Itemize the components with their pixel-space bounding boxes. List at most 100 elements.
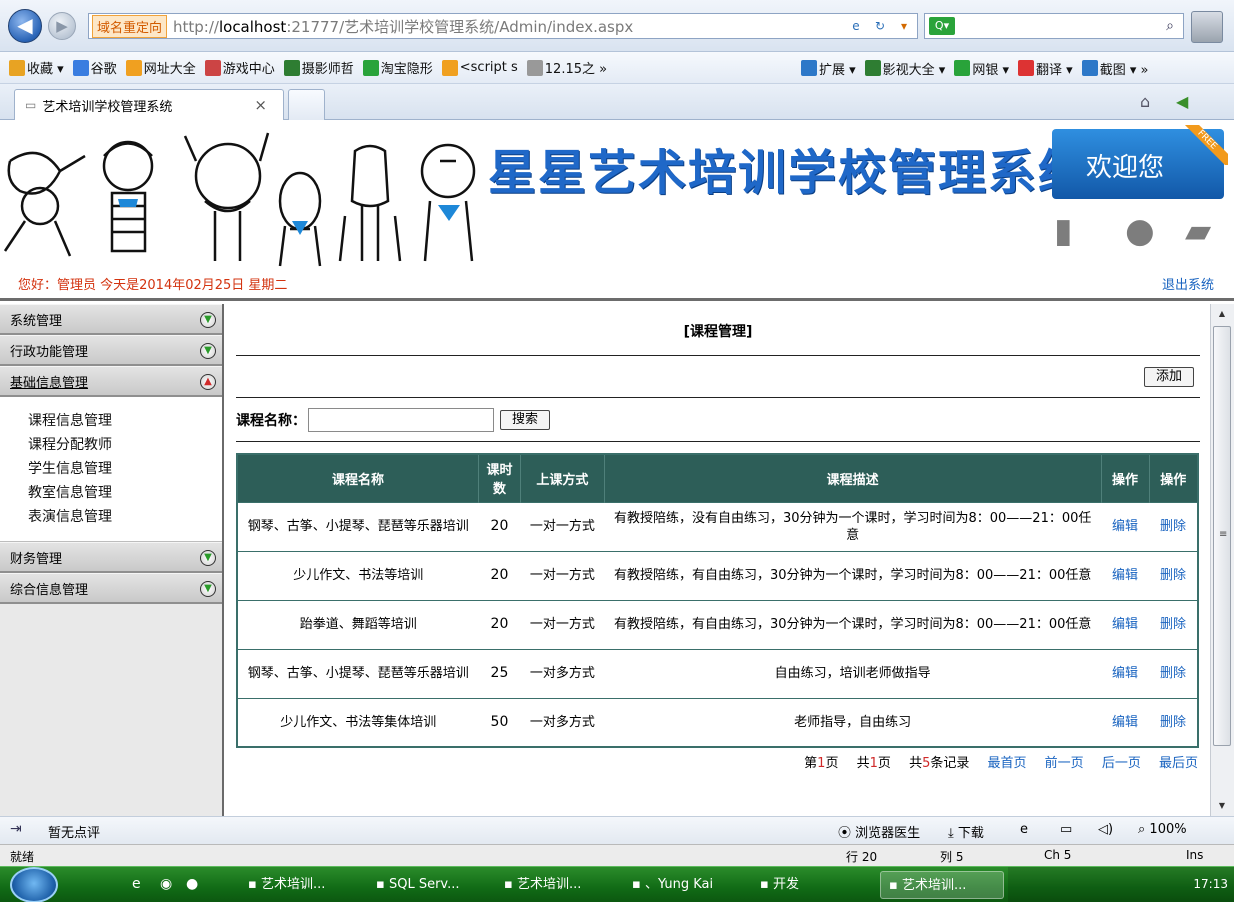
back-button[interactable]: ◀ (8, 9, 42, 43)
favorite-label: 谷歌 (90, 62, 117, 77)
review-status[interactable]: 暂无点评 (48, 822, 100, 841)
browser-quicklaunch-icon[interactable]: ◉ (160, 876, 172, 892)
logout-link[interactable]: 退出系统 (1162, 274, 1214, 293)
ie-icon[interactable]: e (1020, 822, 1028, 837)
menu-section[interactable]: 基础信息管理 ▲ (0, 366, 222, 397)
fav-6[interactable]: <script s (441, 58, 518, 77)
delete-link[interactable]: 删除 (1160, 617, 1186, 632)
fav-4[interactable]: 摄影师哲 (283, 58, 354, 77)
search-button[interactable]: 搜索 (500, 409, 550, 430)
taskbar-item[interactable]: ▪ 开发 (752, 871, 862, 899)
fav-7[interactable]: 12.15之 » (526, 58, 607, 77)
expand-icon[interactable]: ▼ (200, 312, 216, 328)
favr-4[interactable]: 截图 ▾ » (1081, 59, 1148, 78)
taskbar-item[interactable]: ▪ 艺术培训... (880, 871, 1004, 899)
start-button[interactable] (10, 867, 58, 902)
translate-icon (1018, 60, 1035, 76)
site-title: 星星艺术培训学校管理系统 (488, 145, 1089, 201)
sound-icon[interactable]: ◁) (1098, 822, 1113, 837)
url-box[interactable]: 域名重定向 http://localhost:21777/艺术培训学校管理系统/… (88, 13, 918, 39)
menu-section[interactable]: 系统管理 ▼ (0, 304, 222, 335)
search-row: 课程名称： 搜索 (236, 398, 1200, 442)
delete-link[interactable]: 删除 (1160, 666, 1186, 681)
taskbar-item[interactable]: ▪ 艺术培训... (240, 871, 360, 899)
column-header: 课时数 (478, 454, 521, 502)
site-icon (441, 59, 458, 76)
action-cell: 删除 (1149, 648, 1198, 698)
scroll-up-arrow[interactable]: ▲ (1211, 304, 1233, 324)
expand-icon[interactable]: ▼ (200, 343, 216, 359)
edit-link[interactable]: 编辑 (1112, 617, 1138, 632)
edit-link[interactable]: 编辑 (1112, 519, 1138, 534)
favr-3[interactable]: 翻译 ▾ (1018, 59, 1073, 78)
edit-link[interactable]: 编辑 (1112, 666, 1138, 681)
ie-compat-icon[interactable]: e (847, 17, 865, 35)
taskbar-item[interactable]: ▪ 艺术培训... (496, 871, 616, 899)
sidebar-toggle-icon[interactable]: ⇥ (10, 821, 22, 837)
fav-1[interactable]: 谷歌 (72, 58, 117, 77)
delete-link[interactable]: 删除 (1160, 715, 1186, 730)
favr-0[interactable]: 扩展 ▾ (801, 59, 856, 78)
submenu-item[interactable]: 课程信息管理 (28, 409, 222, 433)
prev-page-link[interactable]: 前一页 (1045, 756, 1084, 771)
course-name-input[interactable] (308, 407, 494, 432)
fav-2[interactable]: 网址大全 (125, 58, 196, 77)
first-page-link[interactable]: 最首页 (988, 756, 1027, 771)
refresh-icon[interactable]: ↻ (871, 17, 889, 35)
last-page-link[interactable]: 最后页 (1159, 756, 1198, 771)
app-icon: ▪ (376, 877, 389, 892)
zoom-control[interactable]: ⌕ 100% (1138, 822, 1187, 837)
url-text[interactable]: http://localhost:21777/艺术培训学校管理系统/Admin/… (173, 16, 633, 37)
submenu-item[interactable]: 教室信息管理 (28, 481, 222, 505)
search-icon[interactable]: ⌕ (1159, 16, 1181, 36)
submenu-item[interactable]: 表演信息管理 (28, 505, 222, 529)
home-icon[interactable]: ⌂ (1140, 92, 1150, 111)
new-tab-button[interactable] (288, 89, 325, 120)
favr-1[interactable]: 影视大全 ▾ (864, 59, 945, 78)
close-tab-icon[interactable]: × (254, 96, 267, 114)
clock[interactable]: 17:13 (1193, 877, 1228, 891)
favorite-label: 网址大全 (143, 62, 196, 77)
next-page-link[interactable]: 后一页 (1102, 756, 1141, 771)
user-avatar-icon[interactable] (1191, 11, 1223, 43)
fav-5[interactable]: 淘宝隐形 (362, 58, 433, 77)
expand-icon[interactable]: ▼ (200, 550, 216, 566)
menu-section[interactable]: 财务管理 ▼ (0, 542, 222, 573)
favr-2[interactable]: 网银 ▾ (954, 59, 1009, 78)
vertical-scrollbar[interactable]: ▲ ≡ ▼ (1210, 304, 1234, 816)
edit-link[interactable]: 编辑 (1112, 715, 1138, 730)
scroll-thumb[interactable]: ≡ (1213, 326, 1231, 746)
media-quicklaunch-icon[interactable]: ● (186, 876, 198, 892)
edit-link[interactable]: 编辑 (1112, 568, 1138, 583)
window-icon[interactable]: ▭ (1060, 822, 1072, 837)
scroll-down-arrow[interactable]: ▼ (1211, 796, 1233, 816)
forward-button[interactable]: ▶ (48, 12, 76, 40)
fav-3[interactable]: 游戏中心 (204, 58, 275, 77)
windows-taskbar: e ◉ ● ▪ 艺术培训... ▪ SQL Serv... ▪ 艺术培训... ▪ 、… (0, 866, 1234, 902)
sidebar-menu: 系统管理 ▼ 行政功能管理 ▼ 基础信息管理 ▲ 课程信息管理 课程分配教师 学生信息管理 教室… (0, 304, 224, 816)
tab-active[interactable]: ▭ 艺术培训学校管理系统 × (14, 89, 284, 120)
dropdown-icon[interactable]: ▾ (895, 17, 913, 35)
delete-link[interactable]: 删除 (1160, 568, 1186, 583)
menu-section[interactable]: 行政功能管理 ▼ (0, 335, 222, 366)
taskbar-item[interactable]: ▪ SQL Serv... (368, 871, 488, 899)
search-engine-box[interactable]: Q▾ ⌕ (924, 13, 1184, 39)
collapse-icon[interactable]: ▲ (200, 374, 216, 390)
browser-doctor[interactable]: ⦿ 浏览器医生 (838, 822, 920, 841)
menu-section[interactable]: 综合信息管理 ▼ (0, 573, 222, 604)
submenu-item[interactable]: 课程分配教师 (28, 433, 222, 457)
add-button[interactable]: 添加 (1144, 367, 1194, 387)
action-cell: 删除 (1149, 697, 1198, 747)
search-engine-icon[interactable]: Q▾ (929, 17, 955, 35)
expand-icon[interactable]: ▼ (200, 581, 216, 597)
mode-cell: 一对多方式 (520, 648, 605, 698)
ie-quicklaunch-icon[interactable]: e (132, 876, 141, 892)
fav-0[interactable]: 收藏 ▾ (9, 58, 64, 77)
download-button[interactable]: ⤓ 下载 (948, 822, 984, 841)
submenu-item[interactable]: 学生信息管理 (28, 457, 222, 481)
delete-link[interactable]: 删除 (1160, 519, 1186, 534)
undo-icon[interactable]: ◀ (1176, 92, 1188, 111)
hours-cell: 20 (478, 550, 521, 600)
redirect-badge[interactable]: 域名重定向 (92, 14, 168, 38)
taskbar-item[interactable]: ▪ 、Yung Kai (624, 871, 744, 899)
